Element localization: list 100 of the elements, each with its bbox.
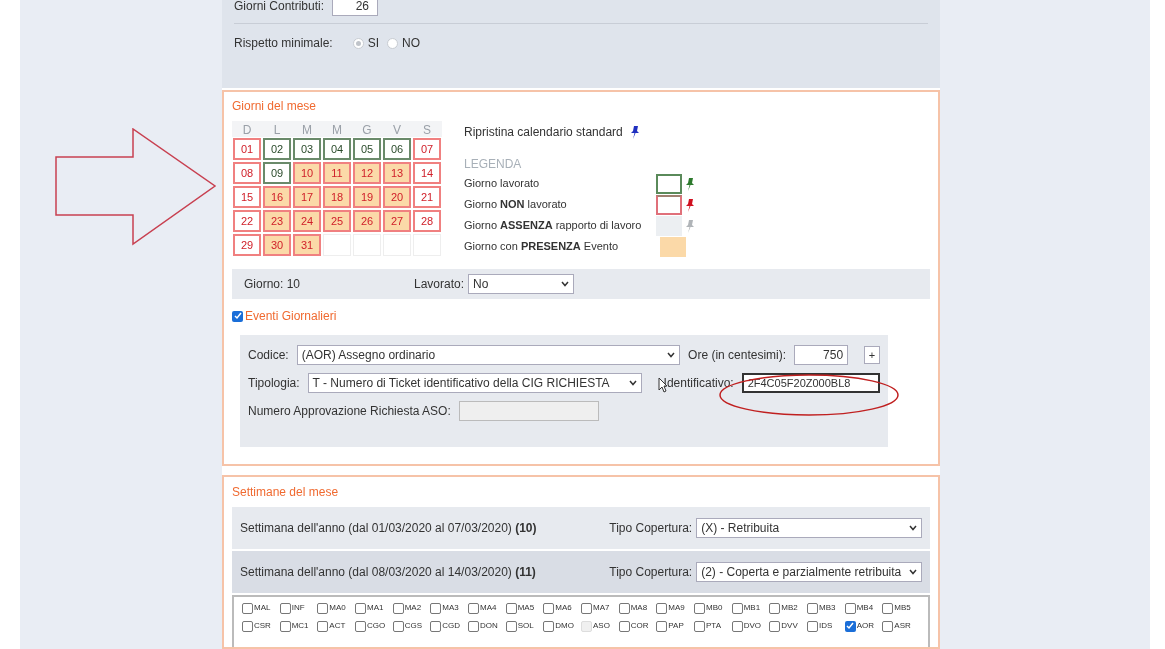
checkbox[interactable] — [505, 620, 517, 632]
weekday-label: G — [361, 122, 373, 137]
field-label: Rispetto minimale: — [234, 35, 333, 52]
day-cell[interactable]: 22 — [233, 210, 261, 232]
day-cell[interactable]: 18 — [323, 186, 351, 208]
day-cell[interactable]: 31 — [293, 234, 321, 256]
checkbox[interactable] — [731, 602, 743, 614]
checkbox-label: MA4 — [480, 602, 497, 614]
legend-label: Giorno lavorato — [464, 176, 541, 192]
day-cell[interactable]: 11 — [323, 162, 351, 184]
day-cell[interactable]: 02 — [263, 138, 291, 160]
checkbox[interactable] — [618, 602, 630, 614]
chevron-icon — [561, 281, 570, 287]
restore-link[interactable]: Ripristina calendario standard — [464, 123, 623, 141]
day-cell[interactable]: 05 — [353, 138, 381, 160]
checkbox[interactable] — [844, 602, 856, 614]
lavorato-select[interactable]: No — [468, 274, 575, 294]
checkbox[interactable] — [882, 620, 894, 632]
week-row[interactable]: Settimana dell'anno (dal 01/03/2020 al 07/03/2020) (10) Tipo Copertura: (X) - Retribuita — [232, 507, 930, 549]
day-cell[interactable]: 04 — [323, 138, 351, 160]
day-cell[interactable]: 17 — [293, 186, 321, 208]
checkbox[interactable] — [543, 620, 555, 632]
checkbox[interactable] — [242, 602, 253, 614]
legend-swatch — [660, 236, 686, 257]
pin-icon — [686, 218, 694, 233]
checkbox[interactable] — [279, 620, 291, 632]
checkbox[interactable] — [468, 602, 479, 614]
day-cell[interactable]: 30 — [263, 234, 291, 256]
day-cell[interactable]: 27 — [383, 210, 411, 232]
checkbox[interactable] — [882, 602, 894, 614]
weekday-label: S — [422, 122, 432, 137]
checkbox[interactable] — [807, 620, 818, 632]
checkbox-label: DVV — [781, 620, 798, 632]
checkbox[interactable] — [844, 620, 856, 632]
day-cell[interactable]: 14 — [413, 162, 441, 184]
radio-label: NO — [402, 35, 421, 52]
checkbox[interactable] — [769, 620, 781, 632]
checkbox[interactable] — [279, 602, 291, 614]
day-cell[interactable]: 09 — [263, 162, 291, 184]
checkbox-label: CGO — [367, 620, 386, 632]
day-cell[interactable]: 16 — [263, 186, 291, 208]
checkbox[interactable] — [807, 602, 818, 614]
day-cell[interactable]: 29 — [233, 234, 261, 256]
checkbox-label: MB3 — [819, 602, 836, 614]
codice-select[interactable]: (AOR) Assegno ordinario — [296, 345, 681, 365]
checkbox-label: MA7 — [593, 602, 610, 614]
checkbox[interactable] — [468, 620, 479, 632]
checkbox[interactable] — [355, 602, 366, 614]
day-cell[interactable]: 07 — [413, 138, 441, 160]
day-cell[interactable]: 01 — [233, 138, 261, 160]
checkbox[interactable] — [581, 602, 592, 614]
day-cell[interactable]: 20 — [383, 186, 411, 208]
checkbox[interactable] — [232, 310, 243, 322]
checkbox[interactable] — [242, 620, 253, 632]
checkbox[interactable] — [317, 620, 329, 632]
copertura-select[interactable]: (X) - Retribuita — [696, 518, 922, 538]
checkbox[interactable] — [317, 602, 329, 614]
day-cell[interactable]: 06 — [383, 138, 411, 160]
contributi-field[interactable]: 26 — [332, 0, 379, 16]
day-cell[interactable]: 15 — [233, 186, 261, 208]
weekday-label: D — [241, 122, 253, 137]
checkbox[interactable] — [656, 602, 668, 614]
day-cell[interactable]: 03 — [293, 138, 321, 160]
day-cell[interactable]: 25 — [323, 210, 351, 232]
identificativo-field[interactable]: 2F4C05F20Z000BL8 — [741, 373, 880, 393]
chevron-icon — [909, 525, 917, 531]
day-cell[interactable]: 24 — [293, 210, 321, 232]
day-cell[interactable]: 10 — [293, 162, 321, 184]
day-cell[interactable]: 13 — [383, 162, 411, 184]
checkbox[interactable] — [355, 620, 366, 632]
day-cell[interactable]: 08 — [233, 162, 261, 184]
checkbox[interactable] — [392, 602, 404, 614]
weekday-label: L — [272, 122, 282, 137]
day-cell[interactable]: 19 — [353, 186, 381, 208]
week-row[interactable]: Settimana dell'anno (dal 08/03/2020 al 14/03/2020) (11) Tipo Copertura: (2) - Coperta e parzialmente retribuita — [232, 551, 930, 593]
checkbox[interactable] — [392, 620, 404, 632]
checkbox-label: MC1 — [291, 620, 309, 632]
checkbox[interactable] — [505, 602, 517, 614]
checkbox[interactable] — [430, 620, 442, 632]
day-cell[interactable]: 26 — [353, 210, 381, 232]
day-cell[interactable]: 12 — [353, 162, 381, 184]
checkbox[interactable] — [694, 602, 705, 614]
checkbox[interactable] — [694, 620, 705, 632]
copertura-select[interactable]: (2) - Coperta e parzialmente retribuita — [696, 562, 922, 582]
day-cell[interactable]: 23 — [263, 210, 291, 232]
hours-field[interactable]: 750 — [794, 345, 849, 365]
checkbox[interactable] — [618, 620, 630, 632]
checkbox[interactable] — [656, 620, 668, 632]
checkbox-label: Eventi Giornalieri — [245, 308, 337, 325]
checkbox[interactable] — [769, 602, 781, 614]
radio-button[interactable] — [387, 37, 399, 49]
checkbox[interactable] — [430, 602, 442, 614]
tipologia-select[interactable]: T - Numero di Ticket identificativo della CIG RICHIESTA — [307, 373, 642, 393]
checkbox[interactable] — [543, 602, 555, 614]
day-cell[interactable]: 21 — [413, 186, 441, 208]
radio-button[interactable] — [352, 37, 364, 49]
add-button[interactable]: + — [864, 346, 880, 364]
day-cell[interactable]: 28 — [413, 210, 441, 232]
checkbox-label: PTA — [706, 620, 721, 632]
checkbox[interactable] — [731, 620, 743, 632]
